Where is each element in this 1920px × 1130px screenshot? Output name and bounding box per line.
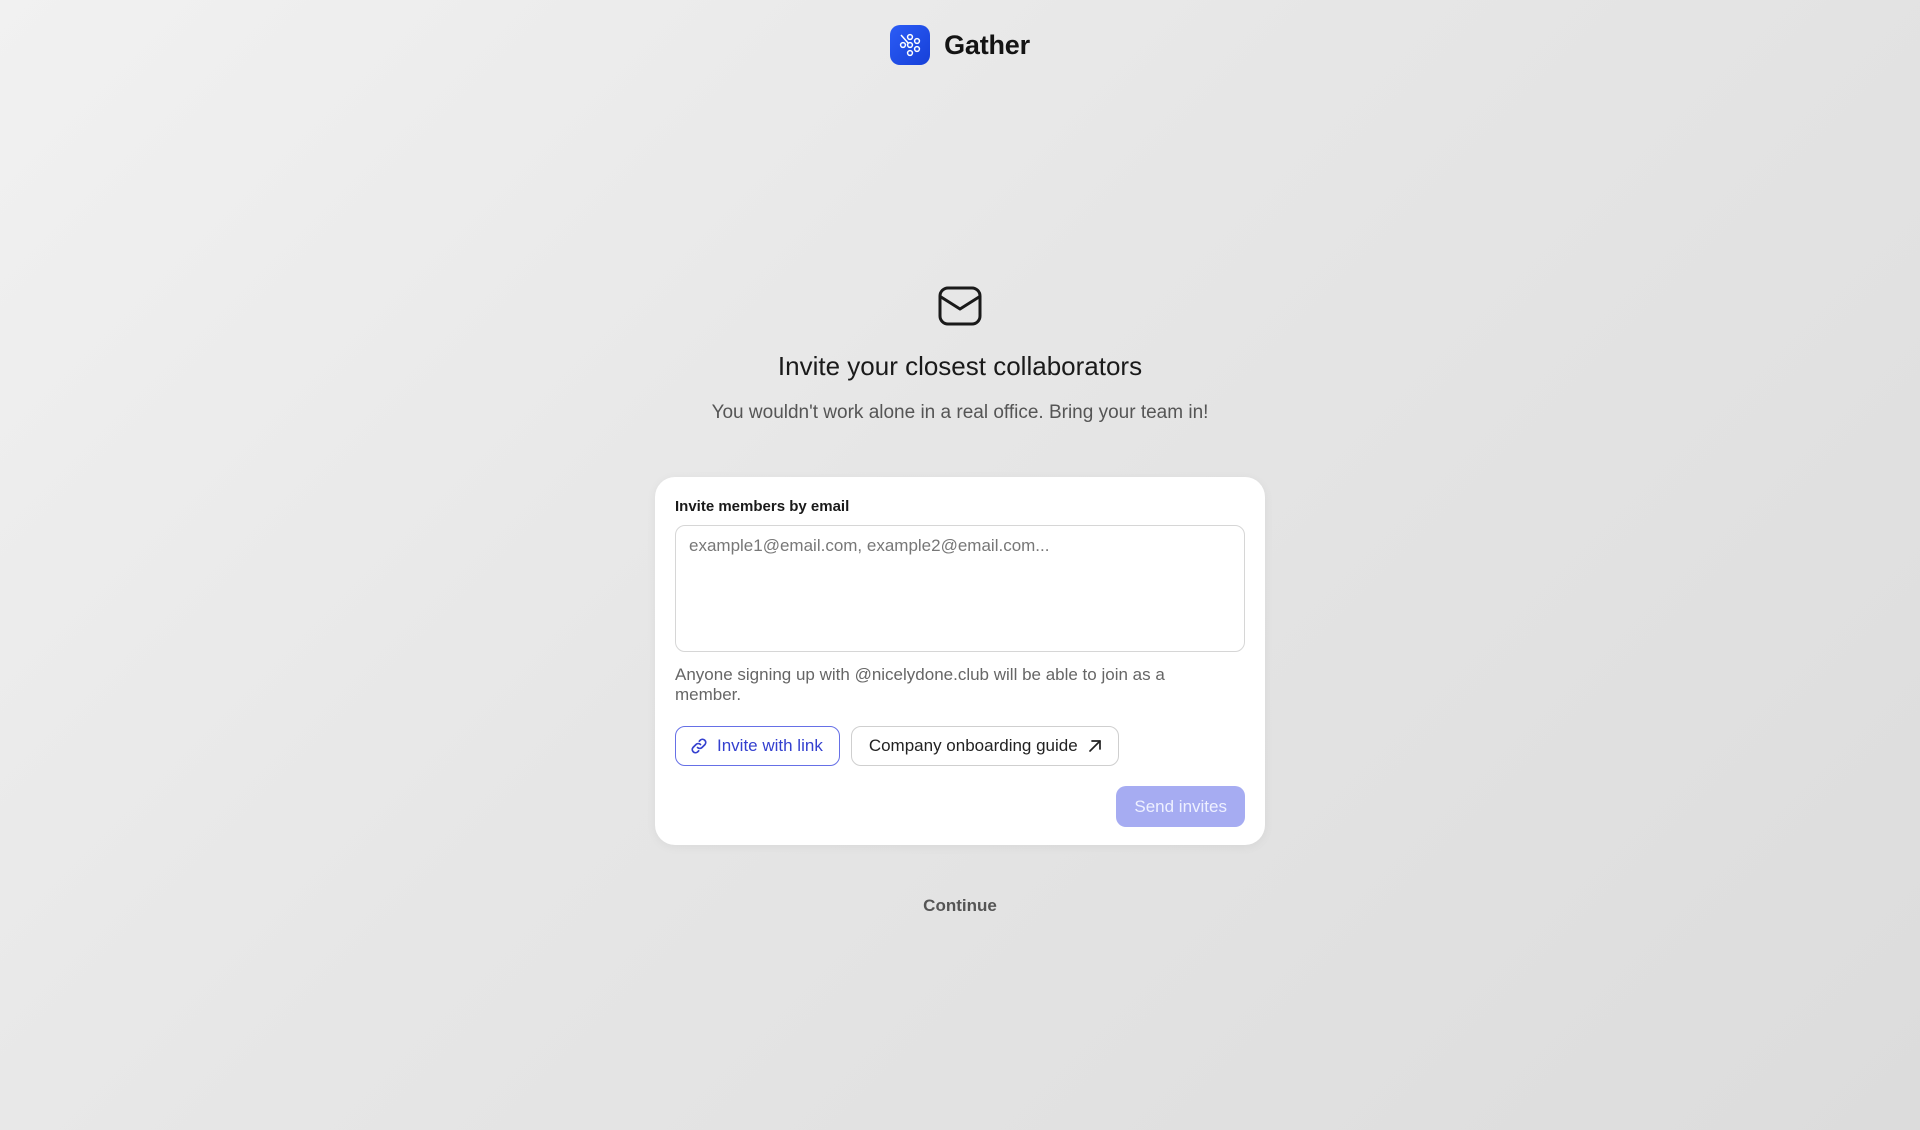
page-subtitle: You wouldn't work alone in a real office… bbox=[711, 402, 1209, 423]
app-header: Gather bbox=[0, 25, 1920, 65]
domain-join-hint: Anyone signing up with @nicelydone.club … bbox=[675, 665, 1165, 704]
app-name: Gather bbox=[944, 29, 1030, 60]
send-invites-button[interactable]: Send invites bbox=[1116, 786, 1245, 827]
arrow-up-right-icon bbox=[1086, 737, 1104, 755]
gather-logo-icon bbox=[890, 25, 931, 65]
invite-with-link-label: Invite with link bbox=[717, 736, 823, 755]
link-icon bbox=[689, 736, 709, 756]
invite-email-input[interactable] bbox=[675, 525, 1245, 652]
onboarding-guide-button[interactable]: Company onboarding guide bbox=[850, 726, 1119, 766]
continue-button[interactable]: Continue bbox=[923, 896, 997, 915]
send-row: Send invites bbox=[675, 786, 1245, 827]
invite-with-link-button[interactable]: Invite with link bbox=[675, 726, 840, 766]
hero-section: Invite your closest collaborators You wo… bbox=[0, 286, 1920, 424]
envelope-icon bbox=[938, 286, 982, 326]
invite-email-label: Invite members by email bbox=[675, 498, 850, 515]
page-title: Invite your closest collaborators bbox=[777, 351, 1143, 381]
continue-container: Continue bbox=[0, 896, 1920, 916]
invite-actions: Invite with link Company onboarding guid… bbox=[675, 726, 1245, 766]
invite-card: Invite members by email Anyone signing u… bbox=[655, 477, 1265, 845]
onboarding-guide-label: Company onboarding guide bbox=[868, 736, 1078, 755]
